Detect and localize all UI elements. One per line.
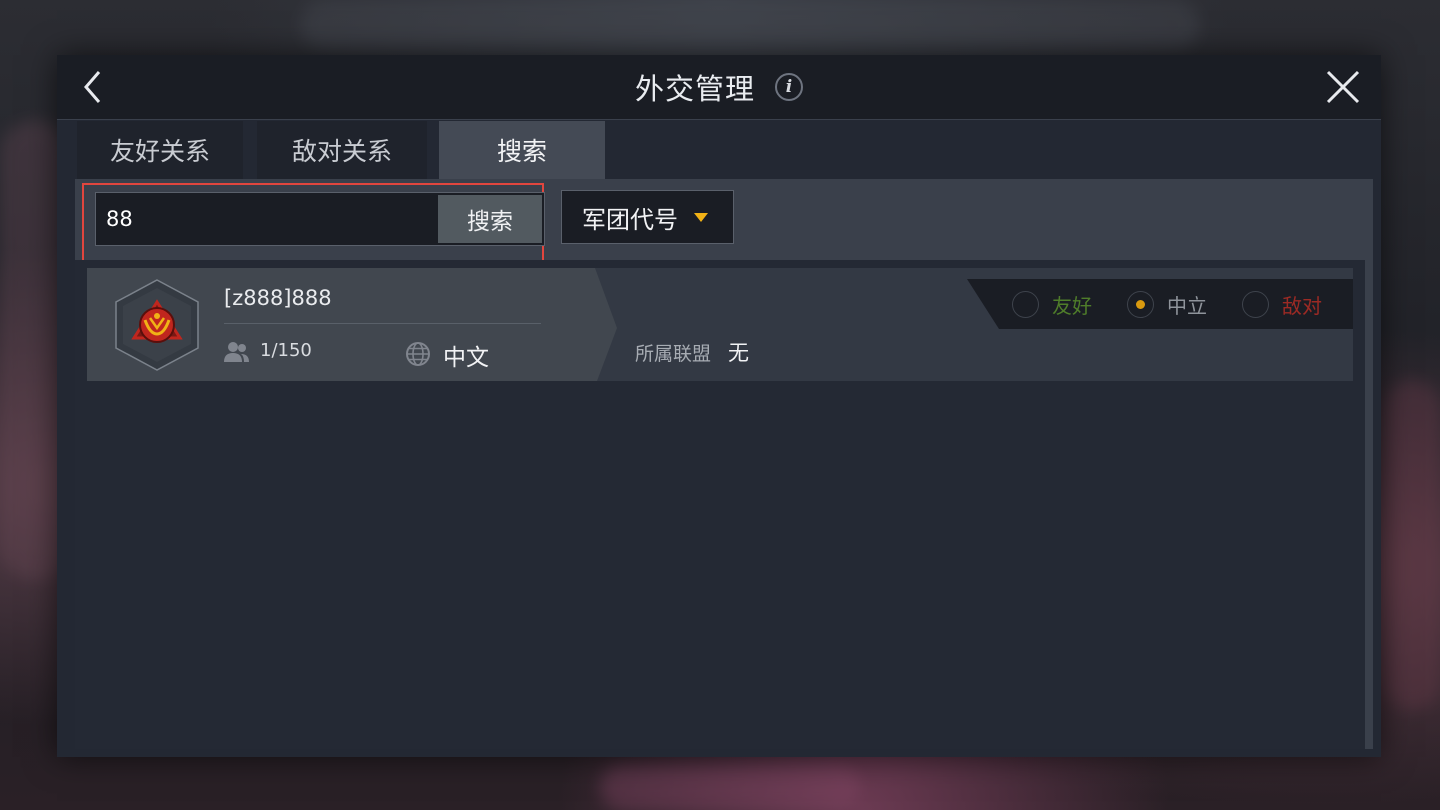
relation-neutral-option[interactable]: 中立 [1127,279,1207,329]
relation-label: 友好 [1052,293,1092,318]
member-count: 1/150 [260,340,312,361]
radio-button[interactable] [1242,290,1269,318]
search-type-label: 军团代号 [582,205,678,234]
close-icon [1326,70,1360,104]
divider [224,323,541,324]
radio-selected-dot [1136,299,1145,309]
caret-down-icon [694,212,708,222]
search-button[interactable]: 搜索 [438,195,542,243]
tab-friendly[interactable]: 友好关系 [77,121,243,179]
clan-emblem-icon [115,279,199,371]
members-icon [224,342,249,362]
close-button[interactable] [1323,67,1363,107]
tab-search[interactable]: 搜索 [439,121,605,179]
title-wrap: 外交管理 i [57,55,1381,119]
relation-label: 敌对 [1282,293,1322,318]
tab-bar: 友好关系 敌对关系 搜索 [77,121,619,179]
search-input[interactable] [96,193,436,245]
radio-button[interactable] [1012,290,1039,318]
info-icon[interactable]: i [775,73,803,101]
search-box: 搜索 [95,192,545,246]
radio-button[interactable] [1127,290,1154,318]
alliance-label: 所属联盟 [635,343,712,365]
clan-name: [z888]888 [224,286,332,310]
clan-language: 中文 [443,345,489,371]
background-glow [600,765,860,810]
tab-hostile[interactable]: 敌对关系 [257,121,427,179]
title-bar: 外交管理 i [57,55,1381,120]
relation-selector: 友好 中立 敌对 [967,279,1353,329]
relation-hostile-option[interactable]: 敌对 [1242,279,1322,329]
search-type-dropdown[interactable]: 军团代号 [561,190,734,244]
relation-friendly-option[interactable]: 友好 [1012,279,1092,329]
page-title: 外交管理 [634,72,755,106]
list-item[interactable]: [z888]888 1/150 中文 所属联盟 无 友好 中立 敌对 [87,268,1353,381]
background-glow [1385,380,1440,710]
relation-label: 中立 [1167,293,1207,318]
globe-icon [406,342,430,366]
background-glow [300,0,1200,50]
result-list: [z888]888 1/150 中文 所属联盟 无 友好 中立 敌对 [75,260,1365,749]
alliance-value: 无 [728,341,749,365]
diplomacy-dialog: 外交管理 i 友好关系 敌对关系 搜索 搜索 军团代号 [57,55,1381,757]
search-panel: 搜索 军团代号 [z888]888 [75,179,1373,749]
